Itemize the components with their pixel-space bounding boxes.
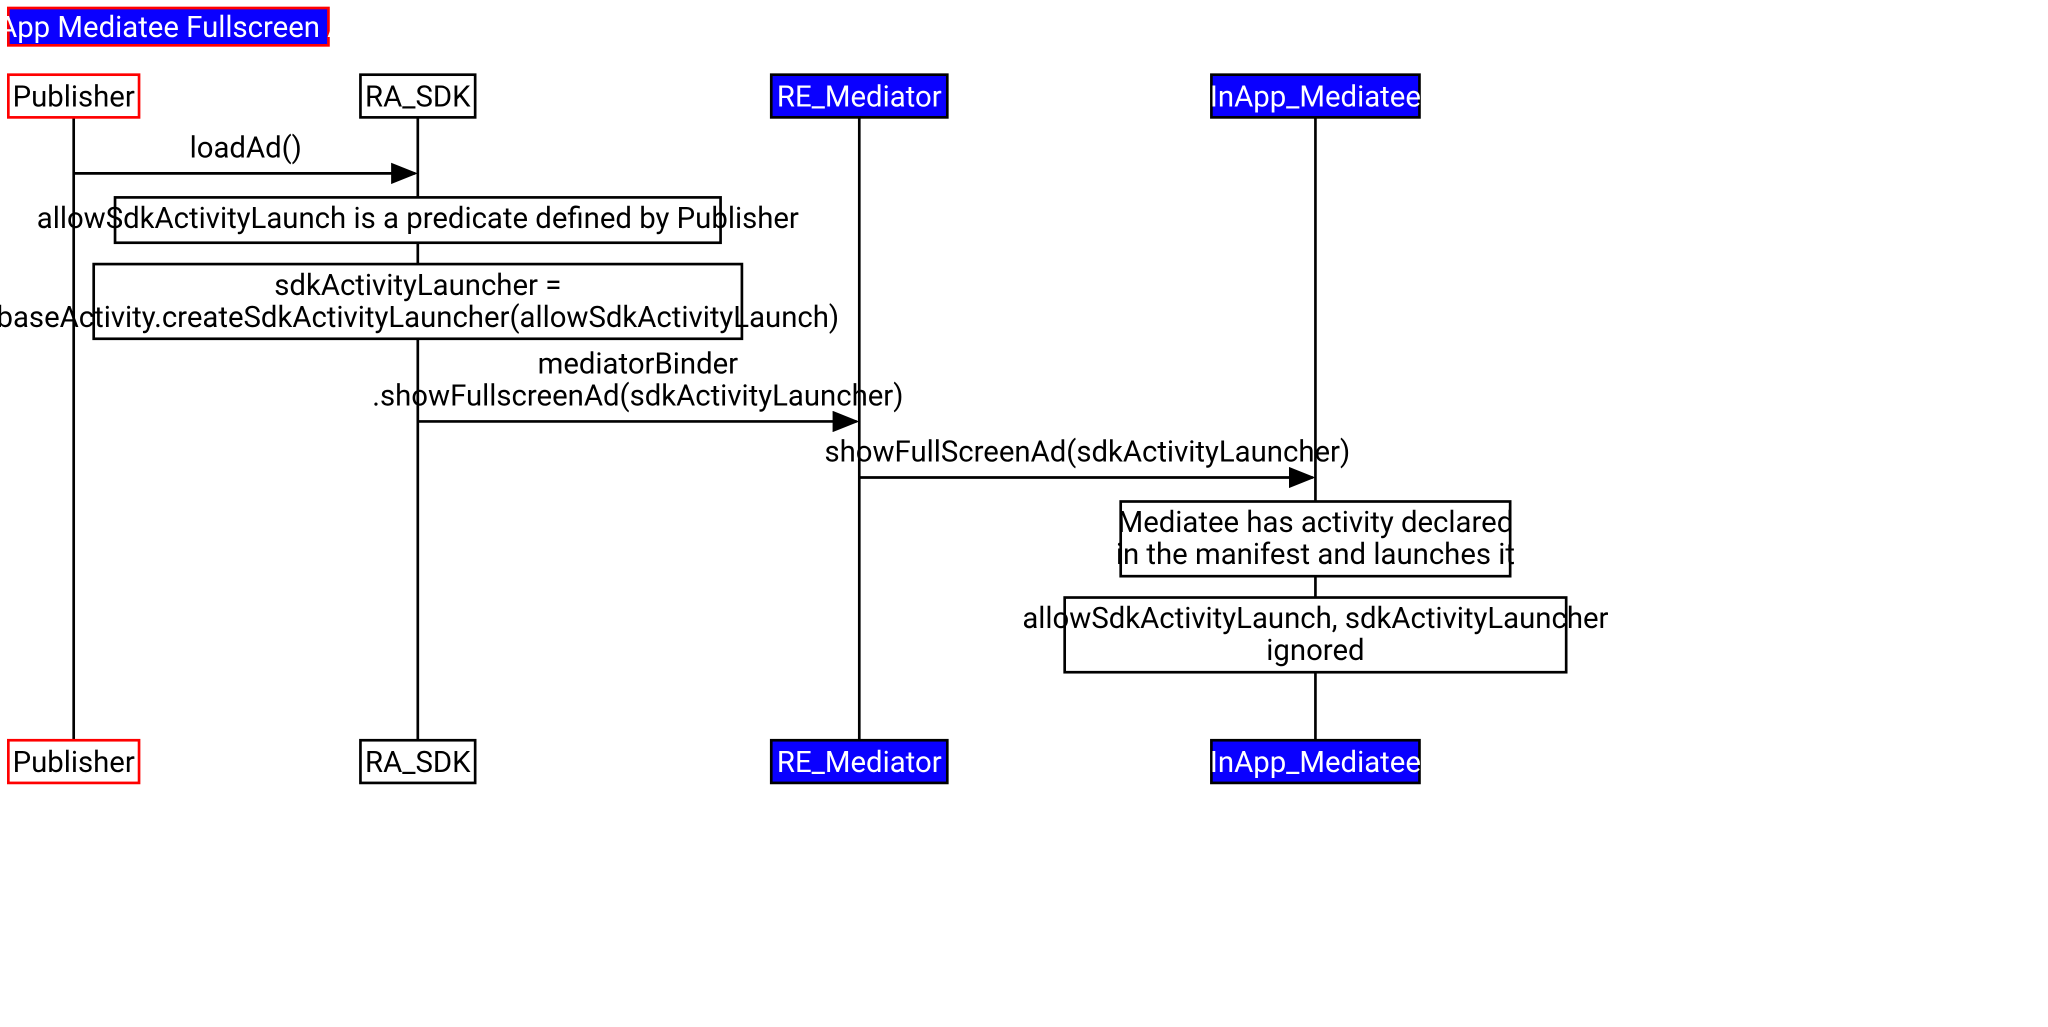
actor-ra-sdk-bottom-label: RA_SDK <box>365 746 471 780</box>
msg-mediator-binder-l2: .showFullscreenAd(sdkActivityLauncher) <box>372 379 903 413</box>
actor-publisher-top-label: Publisher <box>13 80 135 114</box>
note-manifest-text-l2: in the manifest and launches it <box>1116 538 1515 572</box>
actor-inapp-mediatee-top-label: InApp_Mediatee <box>1210 80 1421 114</box>
actor-re-mediator-bottom-label: RE_Mediator <box>777 746 942 780</box>
note-allow-predicate-text: allowSdkActivityLaunch is a predicate de… <box>37 202 799 236</box>
actor-publisher-bottom-label: Publisher <box>13 746 135 780</box>
msg-loadad-label: loadAd() <box>190 131 302 165</box>
note-sdk-launcher-text-l1: sdkActivityLauncher = <box>274 269 561 303</box>
note-manifest-text-l1: Mediatee has activity declared <box>1118 506 1514 540</box>
actor-ra-sdk-top-label: RA_SDK <box>365 80 471 114</box>
diagram-title: InApp Mediatee Fullscreen Ad <box>0 11 363 45</box>
actor-re-mediator-top-label: RE_Mediator <box>777 80 942 114</box>
msg-show-fullscreen-label: showFullScreenAd(sdkActivityLauncher) <box>825 435 1351 469</box>
msg-mediator-binder-l1: mediatorBinder <box>538 347 739 381</box>
actor-inapp-mediatee-bottom-label: InApp_Mediatee <box>1210 746 1421 780</box>
sequence-diagram: InApp Mediatee Fullscreen Ad Publisher R… <box>0 0 2048 1027</box>
note-ignored-text-l2: ignored <box>1266 634 1364 668</box>
note-ignored-text-l1: allowSdkActivityLaunch, sdkActivityLaunc… <box>1022 602 1608 636</box>
note-sdk-launcher-text-l2: baseActivity.createSdkActivityLauncher(a… <box>0 301 839 335</box>
